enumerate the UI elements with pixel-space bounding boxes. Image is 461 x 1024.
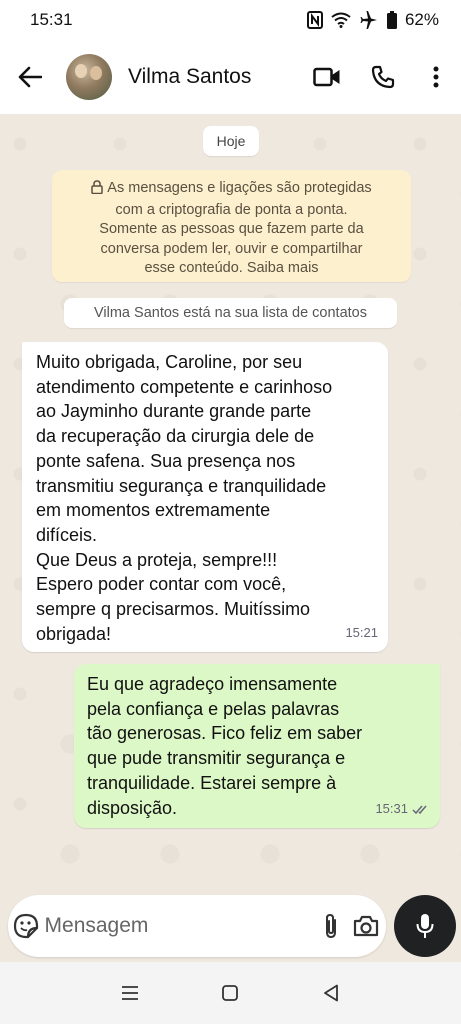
more-options-icon bbox=[433, 66, 439, 88]
message-time: 15:31 bbox=[375, 797, 430, 822]
battery-percent: 62% bbox=[404, 10, 439, 29]
back-arrow-icon bbox=[18, 66, 42, 88]
message-time: 15:21 bbox=[345, 625, 378, 641]
encryption-notice[interactable]: As mensagens e ligações são protegidas c… bbox=[52, 170, 411, 282]
more-options-button[interactable] bbox=[411, 40, 461, 114]
message-composer bbox=[8, 895, 386, 957]
camera-button[interactable] bbox=[347, 895, 386, 957]
date-chip: Hoje bbox=[203, 126, 259, 156]
emoji-button[interactable] bbox=[8, 895, 45, 957]
back-button[interactable] bbox=[0, 40, 60, 114]
wifi-icon bbox=[331, 12, 351, 28]
menu-icon bbox=[122, 986, 139, 1000]
battery-icon bbox=[386, 11, 397, 29]
attach-button[interactable] bbox=[316, 895, 347, 957]
recent-apps-button[interactable] bbox=[100, 962, 160, 1024]
back-nav-button[interactable] bbox=[301, 962, 361, 1024]
chat-header: Vilma Santos bbox=[0, 40, 461, 114]
lock-icon bbox=[91, 180, 104, 201]
video-call-icon bbox=[313, 67, 340, 87]
avatar[interactable] bbox=[66, 54, 112, 100]
sticker-icon bbox=[14, 913, 39, 939]
contact-name[interactable]: Vilma Santos bbox=[128, 65, 299, 89]
outgoing-message[interactable]: Eu que agradeço imensamente pela confian… bbox=[74, 664, 440, 828]
message-text: Muito obrigada, Caroline, por seu atendi… bbox=[36, 352, 333, 644]
encryption-text: As mensagens e ligações são protegidas c… bbox=[99, 180, 372, 276]
system-nav-bar bbox=[0, 962, 461, 1024]
microphone-icon bbox=[416, 914, 434, 938]
video-call-button[interactable] bbox=[299, 40, 355, 114]
voice-message-button[interactable] bbox=[394, 895, 456, 957]
camera-icon bbox=[354, 915, 379, 937]
status-time: 15:31 bbox=[30, 10, 73, 29]
phone-icon bbox=[371, 65, 395, 89]
voice-call-button[interactable] bbox=[355, 40, 411, 114]
airplane-icon bbox=[359, 11, 379, 29]
status-icons: 62% bbox=[306, 10, 439, 30]
read-check-icon bbox=[412, 805, 427, 815]
home-button[interactable] bbox=[200, 962, 260, 1024]
home-square-icon bbox=[222, 985, 239, 1001]
back-triangle-icon bbox=[323, 984, 338, 1002]
status-bar: 15:31 62% bbox=[0, 0, 461, 40]
message-input[interactable] bbox=[44, 914, 316, 938]
incoming-message[interactable]: Muito obrigada, Caroline, por seu atendi… bbox=[22, 342, 388, 652]
paperclip-icon bbox=[326, 913, 337, 939]
contact-notice: Vilma Santos está na sua lista de contat… bbox=[64, 298, 397, 328]
nfc-icon bbox=[306, 11, 323, 29]
